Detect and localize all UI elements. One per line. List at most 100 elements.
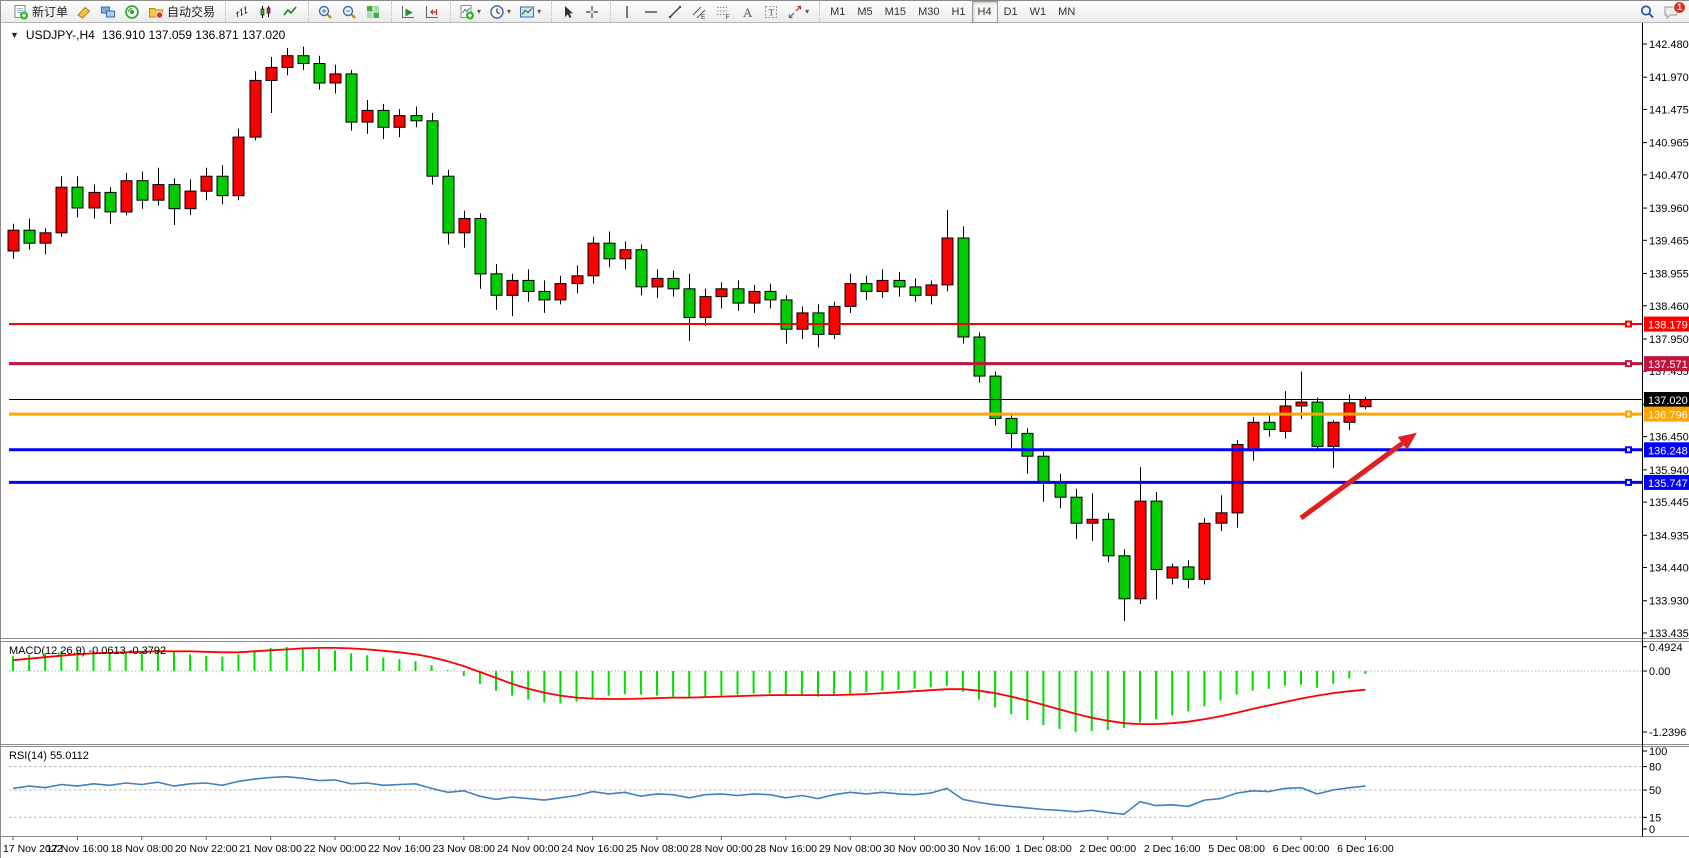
trendline-button[interactable]	[663, 1, 687, 23]
candlestick-chart-button[interactable]	[254, 1, 278, 23]
mt4-window: 新订单自动交易▾▾▾EFAT▾M1M5M15M30H1H4D1W1MN1 142…	[0, 0, 1689, 858]
timeframe-button-d1[interactable]: D1	[998, 1, 1024, 23]
timeframe-button-h4[interactable]: H4	[972, 1, 998, 23]
svg-text:0: 0	[1649, 824, 1655, 836]
chart-canvas: 142.480141.970141.475140.965140.470139.9…	[1, 23, 1689, 858]
dropdown-caret-icon[interactable]: ▾	[537, 7, 541, 16]
svg-text:141.475: 141.475	[1649, 104, 1689, 116]
timeframe-button-m1[interactable]: M1	[824, 1, 851, 23]
templates-button[interactable]: ▾	[515, 1, 545, 23]
shift-icon	[424, 4, 440, 20]
line-chart-button[interactable]	[278, 1, 302, 23]
svg-text:28 Nov 00:00: 28 Nov 00:00	[690, 843, 753, 855]
zoom-out-button[interactable]	[337, 1, 361, 23]
candles-icon	[258, 4, 274, 20]
timeframe-label-w1: W1	[1028, 6, 1049, 18]
autotrading-button[interactable]: 自动交易	[144, 1, 219, 23]
svg-text:15: 15	[1649, 812, 1661, 824]
timeframe-button-w1[interactable]: W1	[1024, 1, 1053, 23]
dropdown-caret-icon[interactable]: ▾	[507, 7, 511, 16]
new-order-button[interactable]: 新订单	[9, 1, 72, 23]
scroll-group	[391, 2, 448, 22]
timeframe-label-m15: M15	[883, 6, 908, 18]
timeframe-button-h1[interactable]: H1	[945, 1, 971, 23]
svg-text:18 Nov 08:00: 18 Nov 08:00	[111, 843, 174, 855]
svg-text:T: T	[769, 7, 775, 17]
timeframe-button-m5[interactable]: M5	[851, 1, 878, 23]
svg-text:136.248: 136.248	[1648, 445, 1688, 457]
virtual-hosting-button[interactable]	[96, 1, 120, 23]
svg-text:30 Nov 16:00: 30 Nov 16:00	[948, 843, 1011, 855]
timeframe-button-m15[interactable]: M15	[879, 1, 912, 23]
svg-text:139.960: 139.960	[1649, 203, 1689, 215]
svg-text:135.747: 135.747	[1648, 478, 1688, 490]
tline-icon	[667, 4, 683, 20]
svg-text:0.00: 0.00	[1649, 666, 1670, 678]
svg-text:24 Nov 00:00: 24 Nov 00:00	[497, 843, 560, 855]
autotrade-icon	[148, 4, 164, 20]
objects-group: E F A T ▾	[610, 2, 817, 22]
symbol-dropdown-icon[interactable]: ▼	[10, 30, 19, 40]
svg-text:6 Dec 16:00: 6 Dec 16:00	[1337, 843, 1394, 855]
zoomout-icon	[341, 4, 357, 20]
svg-text:A: A	[743, 5, 753, 20]
auto-scroll-button[interactable]	[396, 1, 420, 23]
zoom-in-button[interactable]	[313, 1, 337, 23]
textt-icon: T	[763, 4, 779, 20]
timeframe-label-mn: MN	[1056, 6, 1077, 18]
svg-text:25 Nov 08:00: 25 Nov 08:00	[626, 843, 689, 855]
chart-shift-button[interactable]	[420, 1, 444, 23]
toolbar-right-icons: 1	[1635, 1, 1687, 23]
vertical-line-button[interactable]	[615, 1, 639, 23]
svg-text:E: E	[701, 14, 706, 20]
periods-button[interactable]: ▾	[485, 1, 515, 23]
svg-text:140.470: 140.470	[1649, 170, 1689, 182]
svg-text:137.950: 137.950	[1649, 334, 1689, 346]
autoscroll-icon	[400, 4, 416, 20]
metaeditor-button[interactable]	[72, 1, 96, 23]
search-button[interactable]	[1635, 1, 1659, 23]
search-icon	[1639, 4, 1655, 20]
zoom-group	[308, 2, 389, 22]
svg-text:133.435: 133.435	[1649, 628, 1689, 640]
arrows-icon	[787, 4, 803, 20]
indicators-button[interactable]: ▾	[455, 1, 485, 23]
equidistant-channel-button[interactable]: E	[687, 1, 711, 23]
dropdown-caret-icon[interactable]: ▾	[805, 7, 809, 16]
rsi-indicator-label: RSI(14) 55.0112	[9, 750, 89, 762]
new-order-icon	[13, 4, 29, 20]
signals-icon	[124, 4, 140, 20]
chat-button[interactable]: 1	[1659, 1, 1683, 23]
vline-icon	[619, 4, 635, 20]
text-label-button[interactable]: T	[759, 1, 783, 23]
timeframe-button-m30[interactable]: M30	[912, 1, 945, 23]
template-icon	[519, 4, 535, 20]
svg-text:140.965: 140.965	[1649, 138, 1689, 150]
timeframe-label-h1: H1	[949, 6, 967, 18]
chart-ohlc-values: 136.910 137.059 136.871 137.020	[102, 28, 286, 42]
cursor-button[interactable]	[556, 1, 580, 23]
svg-text:80: 80	[1649, 762, 1661, 774]
tile-windows-button[interactable]	[361, 1, 385, 23]
svg-text:20 Nov 22:00: 20 Nov 22:00	[175, 843, 238, 855]
bar-chart-button[interactable]	[230, 1, 254, 23]
crosshair-button[interactable]	[580, 1, 604, 23]
svg-text:17 Nov 16:00: 17 Nov 16:00	[46, 843, 109, 855]
svg-text:F: F	[726, 14, 730, 20]
fibonacci-button[interactable]: F	[711, 1, 735, 23]
timeframe-toolbar: M1 M5 M15 M30 H1 H4D1 W1 MN	[819, 2, 1085, 22]
text-button[interactable]: A	[735, 1, 759, 23]
horizontal-line-button[interactable]	[639, 1, 663, 23]
svg-text:136.796: 136.796	[1648, 410, 1688, 422]
svg-text:138.460: 138.460	[1649, 301, 1689, 313]
timeframe-label-m5: M5	[855, 6, 874, 18]
arrows-button[interactable]: ▾	[783, 1, 813, 23]
svg-text:5 Dec 08:00: 5 Dec 08:00	[1208, 843, 1265, 855]
insert-group: ▾ ▾ ▾	[450, 2, 549, 22]
signals-button[interactable]	[120, 1, 144, 23]
svg-text:137.020: 137.020	[1648, 395, 1688, 407]
editor-tag-icon	[76, 4, 92, 20]
dropdown-caret-icon[interactable]: ▾	[477, 7, 481, 16]
timeframe-button-mn[interactable]: MN	[1052, 1, 1081, 23]
svg-text:21 Nov 08:00: 21 Nov 08:00	[239, 843, 302, 855]
